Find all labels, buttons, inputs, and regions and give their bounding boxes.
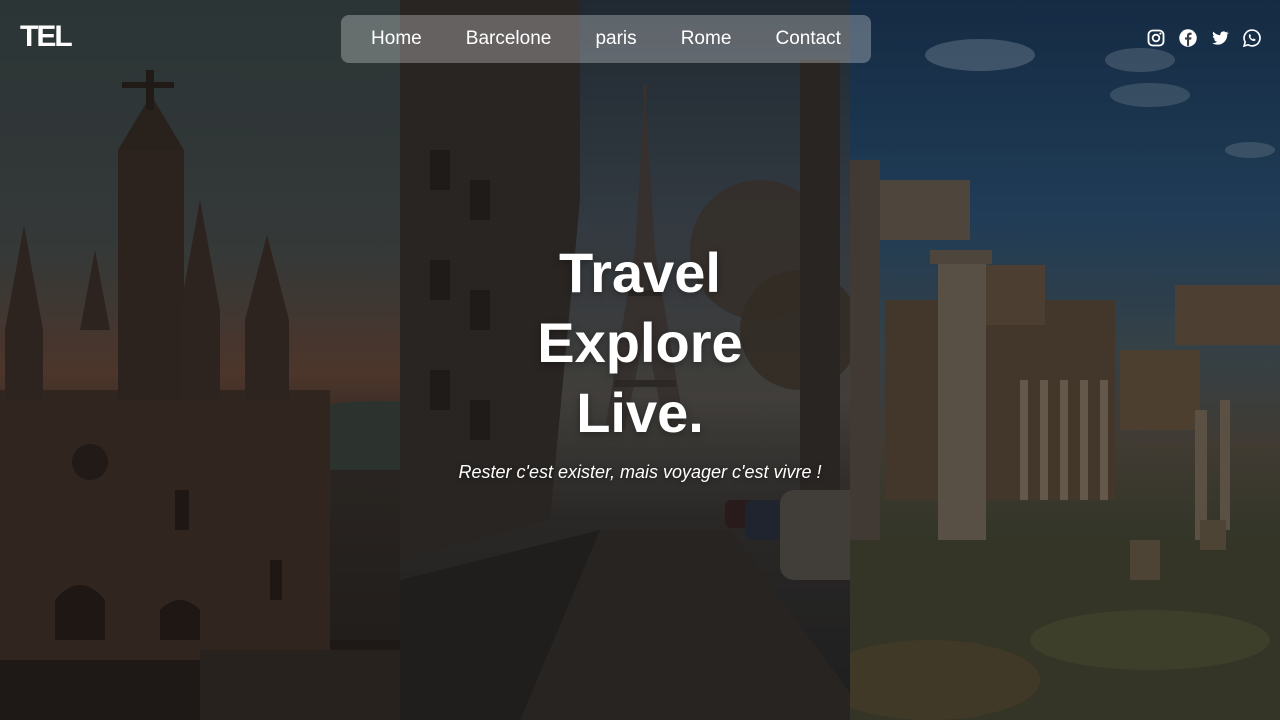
nav-item-rome[interactable]: Rome <box>681 28 732 50</box>
social-links <box>1146 28 1262 48</box>
main-nav: Home Barcelone paris Rome Contact <box>341 15 871 63</box>
whatsapp-icon[interactable] <box>1242 28 1262 48</box>
hero-section: Travel Explore Live. Rester c'est existe… <box>0 238 1280 483</box>
site-logo[interactable]: TEL <box>20 22 73 52</box>
hero-title-explore: Explore <box>537 311 743 374</box>
hero-title-travel: Travel <box>559 241 721 304</box>
nav-item-contact[interactable]: Contact <box>775 28 840 50</box>
nav-item-barcelone[interactable]: Barcelone <box>466 28 552 50</box>
nav-item-home[interactable]: Home <box>371 28 422 50</box>
hero-title-live: Live. <box>576 381 704 444</box>
nav-item-paris[interactable]: paris <box>595 28 636 50</box>
twitter-icon[interactable] <box>1210 28 1230 48</box>
instagram-icon[interactable] <box>1146 28 1166 48</box>
facebook-icon[interactable] <box>1178 28 1198 48</box>
hero-tagline: Rester c'est exister, mais voyager c'est… <box>458 462 822 482</box>
